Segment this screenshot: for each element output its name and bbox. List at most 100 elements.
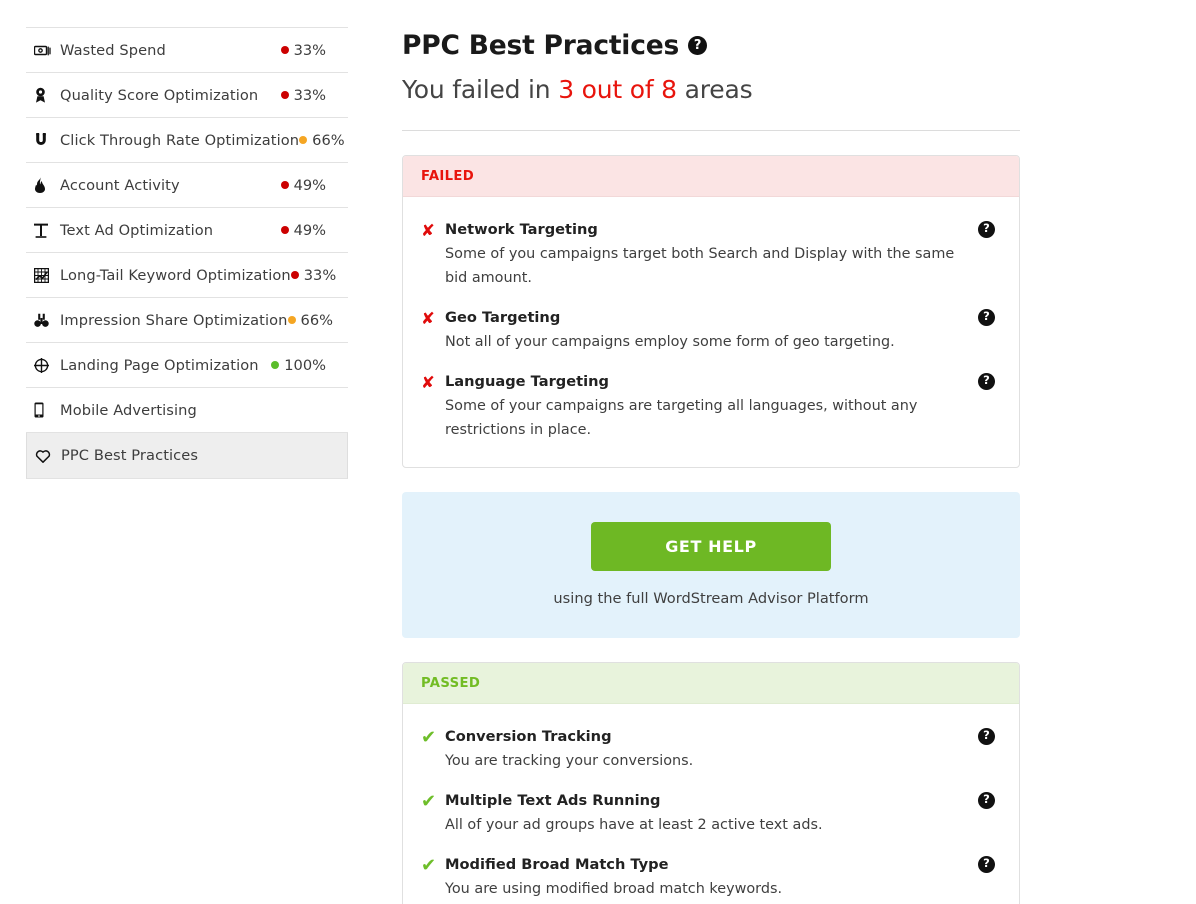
check-title: Network Targeting — [445, 221, 598, 238]
sidebar-item-score: 100% — [271, 357, 348, 374]
sidebar-item-account-activity[interactable]: Account Activity 49% — [26, 163, 348, 208]
passed-card: PASSED ✔ Conversion Tracking You are track… — [402, 662, 1020, 904]
sidebar-item-quality-score-optimization[interactable]: Quality Score Optimization 33% — [26, 73, 348, 118]
grid-chart-icon — [26, 267, 60, 283]
sidebar-item-score: 66% — [299, 132, 366, 149]
sidebar-item-mobile-advertising[interactable]: Mobile Advertising — [26, 388, 348, 433]
sidebar-item-label: Account Activity — [60, 176, 180, 194]
sidebar-item-score-value: 100% — [284, 356, 326, 374]
status-dot-icon — [299, 136, 308, 144]
cross-icon: ✘ — [421, 309, 435, 328]
question-mark-icon[interactable]: ? — [978, 856, 995, 873]
sidebar-item-score-value: 33% — [303, 266, 337, 284]
question-mark-icon[interactable]: ? — [978, 728, 995, 745]
sidebar-item-wasted-spend[interactable]: Wasted Spend 33% — [26, 28, 348, 73]
check-title: Language Targeting — [445, 373, 609, 390]
app-root: Wasted Spend 33% Quality Score Optimizatio… — [0, 0, 1196, 904]
check-row: ✔ Multiple Text Ads Running All of your ad… — [421, 782, 1001, 846]
sidebar-item-label: PPC Best Practices — [61, 447, 199, 464]
check-description: Some of you campaigns target both Search… — [445, 246, 955, 286]
question-mark-icon[interactable]: ? — [978, 373, 995, 390]
check-description: All of your ad groups have at least 2 ac… — [445, 817, 823, 833]
check-text: Multiple Text Ads Running All of your ad … — [445, 791, 967, 837]
question-mark-icon[interactable]: ? — [978, 221, 995, 238]
sidebar-item-score: 33% — [280, 86, 348, 104]
question-mark-icon[interactable]: ? — [978, 792, 995, 809]
page-title-text: PPC Best Practices — [402, 30, 680, 61]
failed-item-list: ✘ Network Targeting Some of you campaigns … — [403, 197, 1019, 467]
question-mark-icon[interactable]: ? — [688, 36, 708, 55]
sidebar-item-label: Long-Tail Keyword Optimization — [60, 266, 291, 284]
question-mark-icon[interactable]: ? — [978, 309, 995, 326]
text-format-icon — [26, 223, 60, 238]
flame-icon — [26, 177, 60, 193]
sidebar-item-score: 49% — [280, 222, 348, 239]
sidebar-item-label: Click Through Rate Optimization — [60, 131, 300, 149]
check-text: Network Targeting Some of you campaigns t… — [445, 220, 967, 290]
crosshair-icon — [26, 357, 60, 373]
main-content: PPC Best Practices ? You failed in 3 out… — [402, 0, 1020, 904]
failed-card: FAILED ✘ Network Targeting Some of you cam… — [402, 155, 1020, 468]
sidebar-item-score-value: 49% — [293, 176, 326, 194]
get-help-subtext: using the full WordStream Advisor Platfo… — [553, 590, 869, 607]
check-row: ✔ Modified Broad Match Type You are using … — [421, 846, 1001, 904]
sidebar-item-ppc-best-practices[interactable]: PPC Best Practices — [26, 433, 348, 479]
check-icon: ✔ — [421, 855, 437, 876]
header-divider — [402, 130, 1020, 131]
cross-icon: ✘ — [421, 373, 435, 392]
heart-icon — [27, 449, 61, 463]
check-description: You are tracking your conversions. — [445, 753, 694, 769]
subtitle-suffix: areas — [676, 75, 753, 104]
passed-item-list: ✔ Conversion Tracking You are tracking you… — [403, 704, 1019, 904]
check-title: Modified Broad Match Type — [445, 856, 669, 873]
sidebar-item-impression-share-optimization[interactable]: Impression Share Optimization 66% — [26, 298, 348, 343]
cross-icon: ✘ — [421, 221, 435, 240]
sidebar-item-label: Impression Share Optimization — [60, 311, 288, 329]
check-text: Language Targeting Some of your campaigns… — [445, 372, 967, 442]
sidebar-item-score-value: 33% — [293, 86, 326, 104]
check-row: ✘ Language Targeting Some of your campaign… — [421, 363, 1001, 451]
sidebar-item-label: Text Ad Optimization — [60, 221, 214, 239]
sidebar-item-score: 66% — [287, 311, 355, 329]
status-dot-icon — [280, 91, 289, 99]
check-title: Conversion Tracking — [445, 728, 612, 745]
page-subtitle: You failed in 3 out of 8 areas — [402, 75, 1020, 104]
check-row: ✔ Conversion Tracking You are tracking you… — [421, 718, 1001, 782]
check-description: Some of your campaigns are targeting all… — [445, 398, 918, 438]
sidebar-item-score: 33% — [280, 41, 348, 59]
check-description: You are using modified broad match keywo… — [445, 881, 783, 897]
mobile-phone-icon — [26, 402, 60, 418]
money-icon — [26, 44, 60, 57]
status-dot-icon — [290, 271, 299, 279]
sidebar-nav: Wasted Spend 33% Quality Score Optimizatio… — [26, 0, 348, 479]
get-help-button[interactable]: GET HELP — [591, 522, 831, 571]
check-icon: ✔ — [421, 727, 437, 748]
passed-card-header: PASSED — [403, 663, 1019, 704]
check-row: ✘ Network Targeting Some of you campaigns … — [421, 211, 1001, 299]
check-title: Multiple Text Ads Running — [445, 792, 661, 809]
sidebar-item-label: Quality Score Optimization — [60, 86, 259, 104]
check-description: Not all of your campaigns employ some fo… — [445, 334, 895, 350]
status-dot-icon — [287, 316, 296, 324]
sidebar-item-label: Landing Page Optimization — [60, 356, 259, 374]
binoculars-icon — [26, 313, 60, 328]
sidebar-item-landing-page-optimization[interactable]: Landing Page Optimization 100% — [26, 343, 348, 388]
check-text: Conversion Tracking You are tracking your… — [445, 727, 967, 773]
sidebar-item-click-through-rate-optimization[interactable]: Click Through Rate Optimization 66% — [26, 118, 348, 163]
subtitle-highlight: 3 out of 8 — [558, 75, 677, 104]
sidebar-item-score-value: 33% — [293, 41, 326, 59]
sidebar-item-text-ad-optimization[interactable]: Text Ad Optimization 49% — [26, 208, 348, 253]
sidebar-item-score-value: 66% — [312, 131, 345, 149]
sidebar-item-label: Mobile Advertising — [60, 401, 197, 419]
sidebar-item-score: 49% — [280, 176, 348, 194]
subtitle-prefix: You failed in — [402, 75, 559, 104]
get-help-panel: GET HELP using the full WordStream Advis… — [402, 492, 1020, 638]
check-text: Modified Broad Match Type You are using m… — [445, 855, 967, 901]
check-row: ✘ Geo Targeting Not all of your campaigns … — [421, 299, 1001, 363]
status-dot-icon — [280, 226, 289, 234]
sidebar-item-list: Wasted Spend 33% Quality Score Optimizatio… — [26, 28, 348, 479]
sidebar-item-long-tail-keyword-optimization[interactable]: Long-Tail Keyword Optimization 33% — [26, 253, 348, 298]
status-dot-icon — [280, 46, 289, 54]
sidebar-item-score-value: 66% — [300, 311, 333, 329]
sidebar-item-label: Wasted Spend — [60, 41, 166, 59]
